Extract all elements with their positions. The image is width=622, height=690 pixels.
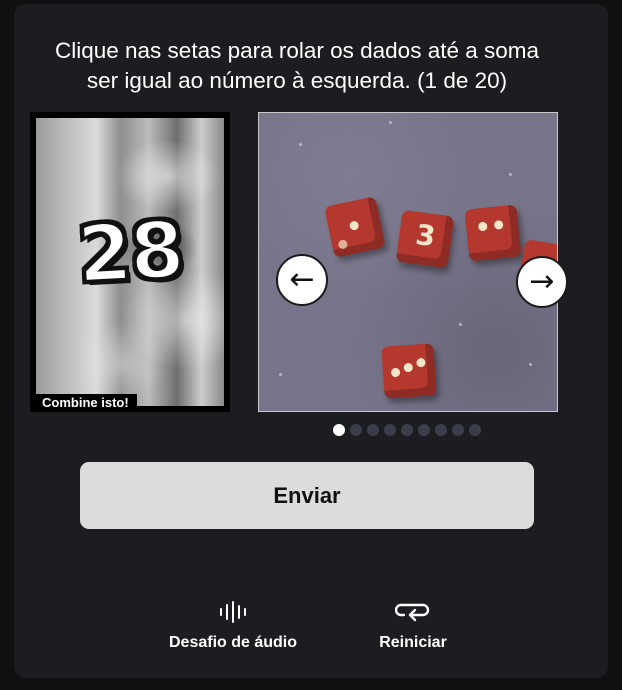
pagination-dot[interactable] <box>418 424 430 436</box>
die <box>381 343 437 399</box>
die <box>324 196 386 258</box>
target-image: 28 Combine isto! <box>30 112 230 412</box>
die: 3 <box>395 209 455 269</box>
next-arrow-button[interactable]: → <box>516 256 568 308</box>
instructions-text: Clique nas setas para rolar os dados até… <box>30 36 564 96</box>
pagination-dot[interactable] <box>435 424 447 436</box>
restart-button[interactable]: Reiniciar <box>333 596 493 652</box>
die-face-digit: 3 <box>413 217 438 254</box>
arrow-right-icon: → <box>529 264 555 299</box>
pagination-dot[interactable] <box>367 424 379 436</box>
image-pagination <box>333 424 481 436</box>
submit-button[interactable]: Enviar <box>80 462 534 529</box>
pagination-dot[interactable] <box>333 424 345 436</box>
audio-wave-icon <box>153 596 313 628</box>
audio-challenge-label: Desafio de áudio <box>168 634 298 651</box>
pagination-dot[interactable] <box>350 424 362 436</box>
restart-icon <box>333 596 493 628</box>
pagination-dot[interactable] <box>401 424 413 436</box>
pagination-dot[interactable] <box>452 424 464 436</box>
previous-arrow-button[interactable]: ← <box>276 254 328 306</box>
instructions-line-2: ser igual ao número à esquerda. (1 de 20… <box>86 68 508 93</box>
arrow-left-icon: ← <box>289 262 315 297</box>
pagination-dot[interactable] <box>384 424 396 436</box>
pagination-dot[interactable] <box>469 424 481 436</box>
instructions-line-1: Clique nas setas para rolar os dados até… <box>54 38 540 63</box>
restart-label: Reiniciar <box>379 634 447 651</box>
target-number: 28 <box>74 204 186 302</box>
target-caption: Combine isto! <box>30 394 137 412</box>
audio-challenge-button[interactable]: Desafio de áudio <box>153 596 313 652</box>
die <box>464 204 522 262</box>
